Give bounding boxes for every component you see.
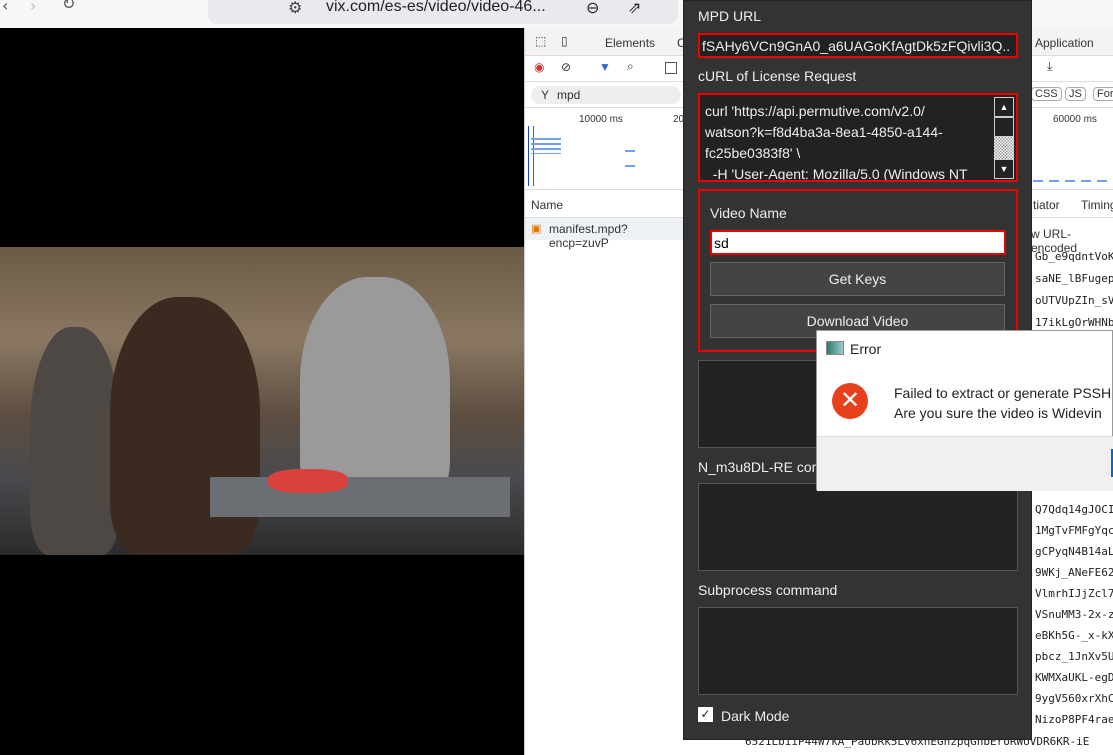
get-keys-button[interactable]: Get Keys	[710, 262, 1005, 296]
subprocess-command-field[interactable]	[698, 607, 1018, 695]
column-timing[interactable]: Timing	[1081, 198, 1113, 212]
dark-mode-label: Dark Mode	[721, 708, 790, 724]
column-name[interactable]: Name	[531, 198, 563, 212]
payload-line: Q7Qdq14gJOCI	[1035, 503, 1113, 516]
window-icon	[826, 341, 844, 355]
chip-js[interactable]: JS	[1065, 87, 1086, 101]
funnel-icon: Y	[541, 88, 550, 102]
payload-line: KWMXaUKL-egD	[1035, 671, 1113, 684]
video-group: Video Name sd Get Keys Download Video	[698, 189, 1018, 352]
payload-line: Gb_e9qdntVoK	[1035, 250, 1113, 263]
site-settings-icon[interactable]: ⚙	[288, 0, 302, 18]
scroll-down-icon[interactable]: ▼	[994, 159, 1014, 179]
payload-line: VlmrhIJjZcl7	[1035, 587, 1113, 600]
tab-elements[interactable]: Elements	[605, 36, 655, 50]
payload-line: 1MgTvFMFgYqc	[1035, 524, 1113, 537]
error-icon: ✕	[832, 383, 868, 419]
preserve-log-checkbox[interactable]	[665, 62, 677, 74]
timeline-label: 10000 ms	[579, 114, 623, 125]
payload-line: NizoP8PF4rae	[1035, 713, 1113, 726]
payload-line: eBKh5G-_x-kX	[1035, 629, 1113, 642]
tab-application[interactable]: Application	[1035, 36, 1094, 50]
video-name-value: sd	[714, 235, 729, 251]
payload-line: 9ygV560xrXhC	[1035, 692, 1113, 705]
error-message-line: Are you sure the video is Widevin	[894, 405, 1102, 421]
dark-mode-checkbox[interactable]: ✓	[698, 707, 713, 722]
filter-input[interactable]: Y mpd	[531, 86, 681, 104]
reload-icon[interactable]: ↻	[62, 0, 75, 13]
curl-value: curl 'https://api.permutive.com/v2.0/ wa…	[705, 103, 968, 182]
payload-line: 9WKj_ANeFE62	[1035, 566, 1113, 579]
document-icon: ▣	[531, 223, 542, 235]
payload-line: gCPyqN4B14aL	[1035, 545, 1113, 558]
address-bar[interactable]: ⚙ vix.com/es-es/video/video-46... ⊖ ⇗	[208, 0, 678, 24]
video-name-label: Video Name	[710, 205, 787, 221]
url-text: vix.com/es-es/video/video-46...	[326, 0, 546, 15]
dialog-title: Error	[850, 341, 882, 357]
payload-line: oUTVUpZIn_sV	[1035, 294, 1113, 307]
zoom-icon[interactable]: ⊖	[586, 0, 599, 18]
search-icon[interactable]: ⌕	[627, 59, 634, 74]
error-dialog: Error ✕ Failed to extract or generate PS…	[816, 330, 1113, 491]
curl-scrollbar[interactable]: ▲ ▼	[994, 97, 1014, 179]
curl-label: cURL of License Request	[698, 68, 857, 84]
video-name-input[interactable]: sd	[710, 230, 1006, 255]
clear-icon[interactable]: ⊘	[561, 60, 571, 74]
mpd-url-value: fSAHy6VCn9GnA0_a6UAGoKfAgtDk5zFQivli3Q..	[702, 38, 1011, 54]
n-m3u8dl-label: N_m3u8DL-RE cor	[698, 459, 817, 475]
curl-textarea[interactable]: curl 'https://api.permutive.com/v2.0/ wa…	[698, 93, 1018, 182]
n-m3u8dl-command-field[interactable]	[698, 483, 1018, 571]
filter-icon[interactable]: ▼	[599, 60, 611, 74]
error-message-line: Failed to extract or generate PSSH	[894, 385, 1112, 401]
back-icon[interactable]: ‹	[2, 0, 8, 15]
subprocess-label: Subprocess command	[698, 582, 838, 598]
payload-line: saNE_lBFugep	[1035, 272, 1113, 285]
video-frame	[0, 247, 524, 555]
chip-font[interactable]: For	[1093, 87, 1113, 101]
payload-line: 17ikLgOrWHNb	[1035, 316, 1113, 329]
share-icon[interactable]: ⇗	[628, 0, 641, 18]
chip-css[interactable]: CSS	[1031, 87, 1062, 101]
forward-icon[interactable]: ›	[30, 0, 36, 15]
column-initiator[interactable]: tiator	[1033, 198, 1060, 212]
scroll-up-icon[interactable]: ▲	[994, 97, 1014, 117]
inspect-icon[interactable]: ⬚	[535, 34, 546, 48]
record-icon[interactable]: ◉	[534, 60, 544, 74]
mpd-url-input[interactable]: fSAHy6VCn9GnA0_a6UAGoKfAgtDk5zFQivli3Q..	[698, 33, 1018, 58]
mpd-url-label: MPD URL	[698, 8, 762, 24]
payload-line: VSnuMM3-2x-z	[1035, 608, 1113, 621]
payload-line: pbcz_1JnXv5U	[1035, 650, 1113, 663]
request-name: manifest.mpd?encp=zuvP	[549, 222, 628, 250]
import-icon[interactable]: ⤓	[1047, 59, 1052, 74]
filter-value: mpd	[557, 88, 581, 102]
timeline-label: 60000 ms	[1053, 114, 1097, 125]
request-row[interactable]: ▣ manifest.mpd?encp=zuvP	[525, 218, 685, 250]
device-toggle-icon[interactable]: ▯	[561, 34, 568, 48]
